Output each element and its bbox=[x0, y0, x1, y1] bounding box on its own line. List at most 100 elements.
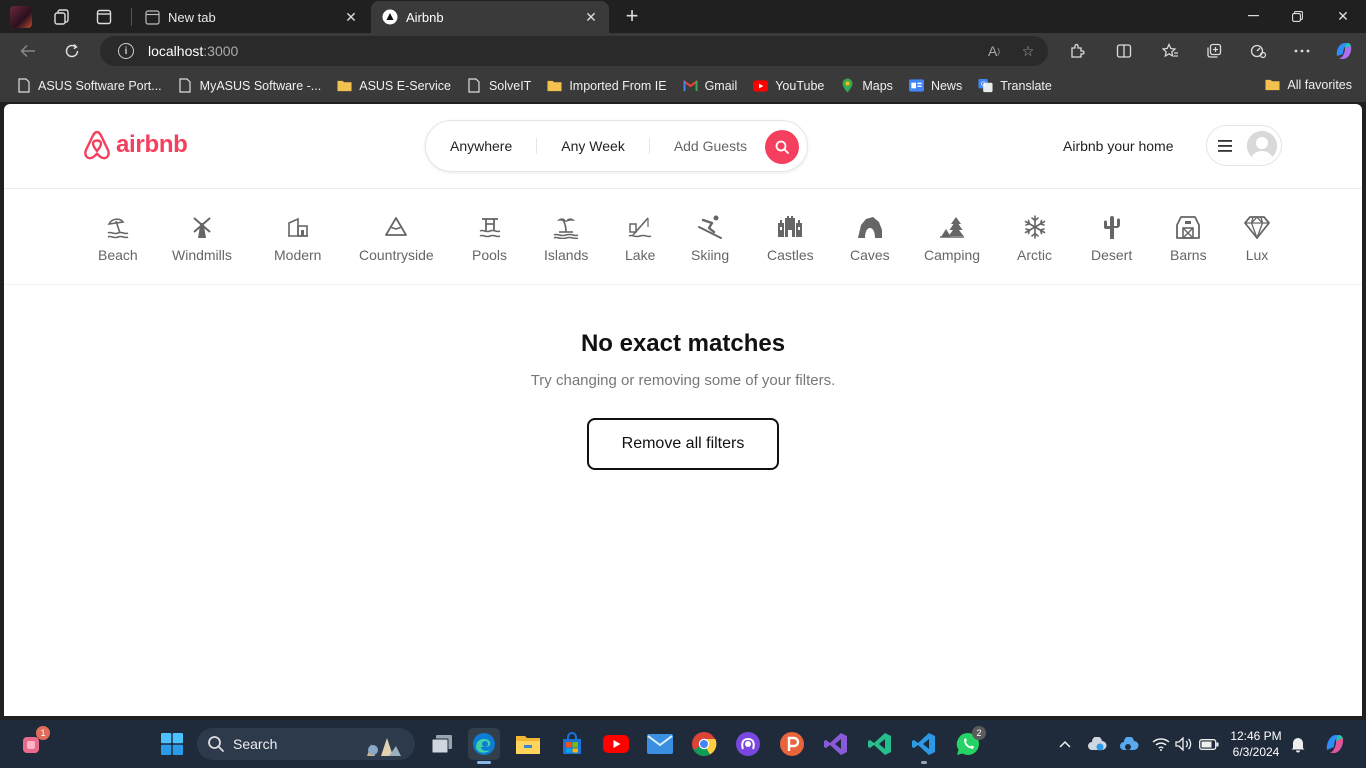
profile-avatar-icon[interactable] bbox=[10, 6, 32, 28]
category-caves[interactable]: Caves bbox=[850, 214, 890, 263]
battery-icon[interactable] bbox=[1198, 733, 1220, 755]
airbnb-logo[interactable]: airbnb bbox=[82, 129, 188, 161]
favorite-star-icon[interactable]: ☆ bbox=[1014, 38, 1042, 64]
more-options-icon[interactable] bbox=[1288, 38, 1316, 64]
widgets-icon[interactable]: 1 bbox=[16, 726, 50, 760]
system-clock[interactable]: 12:46 PM 6/3/2024 bbox=[1226, 728, 1286, 760]
search-any-week[interactable]: Any Week bbox=[536, 138, 649, 154]
category-lux[interactable]: Lux bbox=[1244, 214, 1270, 263]
tab-new-tab[interactable]: New tab ✕ bbox=[133, 1, 369, 33]
category-beach[interactable]: Beach bbox=[98, 214, 138, 263]
category-arctic[interactable]: Arctic bbox=[1017, 214, 1052, 263]
category-barns[interactable]: Barns bbox=[1170, 214, 1207, 263]
category-countryside[interactable]: Countryside bbox=[359, 214, 434, 263]
modern-icon bbox=[285, 214, 311, 240]
performance-icon[interactable] bbox=[1244, 38, 1272, 64]
restore-icon[interactable] bbox=[1274, 0, 1320, 32]
task-view-icon[interactable] bbox=[426, 728, 458, 760]
split-screen-icon[interactable] bbox=[1110, 38, 1138, 64]
taskbar-search-box[interactable]: Search bbox=[197, 728, 415, 760]
favorite-myasus-software[interactable]: MyASUS Software -... bbox=[178, 78, 321, 93]
mail-icon[interactable] bbox=[644, 728, 676, 760]
remove-all-filters-button[interactable]: Remove all filters bbox=[587, 418, 779, 470]
favorites-icon[interactable] bbox=[1156, 38, 1184, 64]
youtube-app-icon[interactable] bbox=[600, 728, 632, 760]
category-pools[interactable]: Pools bbox=[472, 214, 507, 263]
file-explorer-icon[interactable] bbox=[512, 728, 544, 760]
favorite-gmail[interactable]: Gmail bbox=[682, 78, 737, 93]
new-tab-plus-icon[interactable]: + bbox=[620, 3, 644, 28]
collections-icon[interactable] bbox=[1200, 38, 1228, 64]
airbnb-your-home-link[interactable]: Airbnb your home bbox=[1063, 138, 1174, 154]
wifi-icon[interactable] bbox=[1150, 733, 1172, 755]
category-islands[interactable]: Islands bbox=[544, 214, 588, 263]
category-desert[interactable]: Desert bbox=[1091, 214, 1132, 263]
search-button[interactable] bbox=[765, 130, 799, 164]
volume-icon[interactable] bbox=[1173, 733, 1195, 755]
edge-browser-icon[interactable] bbox=[468, 728, 500, 764]
visual-studio-icon[interactable] bbox=[820, 728, 852, 760]
start-button-icon[interactable] bbox=[156, 728, 188, 760]
cloud-sync-icon[interactable] bbox=[1086, 733, 1108, 755]
favorite-youtube[interactable]: YouTube bbox=[753, 78, 824, 93]
url-text[interactable]: localhost:3000 bbox=[148, 43, 980, 59]
favorite-imported-from-ie[interactable]: Imported From IE bbox=[547, 78, 667, 93]
show-hidden-icons-chevron-icon[interactable] bbox=[1054, 733, 1076, 755]
tab-airbnb[interactable]: Airbnb ✕ bbox=[371, 1, 609, 33]
minimize-icon[interactable] bbox=[1230, 0, 1276, 32]
favorite-maps[interactable]: Maps bbox=[840, 78, 893, 93]
category-skiing[interactable]: Skiing bbox=[691, 214, 729, 263]
category-lake[interactable]: Lake bbox=[625, 214, 655, 263]
chrome-icon[interactable] bbox=[688, 728, 720, 760]
close-window-icon[interactable]: ✕ bbox=[1320, 0, 1366, 32]
favorites-bar: ASUS Software Port... MyASUS Software -.… bbox=[0, 69, 1366, 102]
extensions-icon[interactable] bbox=[1063, 38, 1091, 64]
copilot-taskbar-icon[interactable] bbox=[1322, 731, 1348, 757]
news-icon bbox=[908, 78, 924, 93]
whatsapp-icon[interactable]: 2 bbox=[952, 726, 986, 760]
favorite-news[interactable]: News bbox=[908, 78, 963, 93]
github-desktop-icon[interactable] bbox=[732, 728, 764, 760]
site-info-icon[interactable]: i bbox=[118, 43, 134, 59]
postman-icon[interactable] bbox=[776, 728, 808, 760]
windmill-icon bbox=[189, 214, 215, 240]
search-bar[interactable]: Anywhere Any Week Add Guests bbox=[425, 120, 808, 172]
category-label: Pools bbox=[472, 247, 508, 263]
category-windmills[interactable]: Windmills bbox=[172, 214, 232, 263]
workspaces-icon[interactable] bbox=[51, 6, 73, 28]
favorite-label: News bbox=[930, 78, 963, 93]
all-favorites-folder[interactable]: All favorites bbox=[1265, 77, 1352, 92]
microsoft-store-icon[interactable] bbox=[556, 728, 588, 760]
refresh-icon[interactable] bbox=[58, 38, 86, 64]
category-castles[interactable]: Castles bbox=[767, 214, 814, 263]
url-port: :3000 bbox=[203, 43, 239, 59]
back-arrow-icon[interactable] bbox=[14, 38, 42, 64]
vscode-insiders-icon[interactable] bbox=[864, 728, 896, 760]
favorite-solveit[interactable]: SolveIT bbox=[467, 78, 531, 93]
close-tab-icon[interactable]: ✕ bbox=[579, 5, 603, 29]
beach-icon bbox=[105, 214, 131, 240]
category-modern[interactable]: Modern bbox=[274, 214, 321, 263]
category-label: Modern bbox=[274, 247, 322, 263]
read-aloud-icon[interactable]: A) bbox=[980, 38, 1008, 64]
skiing-icon bbox=[697, 214, 723, 240]
vscode-icon[interactable] bbox=[908, 728, 940, 764]
copilot-icon[interactable] bbox=[1330, 38, 1358, 64]
category-label: Lake bbox=[625, 247, 656, 263]
favorite-label: Maps bbox=[862, 78, 893, 93]
user-menu-button[interactable] bbox=[1206, 125, 1282, 166]
search-anywhere[interactable]: Anywhere bbox=[426, 138, 536, 154]
favorite-translate[interactable]: G Translate bbox=[978, 78, 1052, 93]
notifications-bell-icon[interactable] bbox=[1287, 733, 1309, 755]
favorite-asus-software-portal[interactable]: ASUS Software Port... bbox=[16, 78, 162, 93]
active-app-indicator bbox=[477, 761, 491, 764]
search-add-guests[interactable]: Add Guests bbox=[648, 138, 771, 154]
favorite-asus-e-service[interactable]: ASUS E-Service bbox=[337, 78, 451, 93]
favorite-label: ASUS Software Port... bbox=[38, 78, 162, 93]
close-tab-icon[interactable]: ✕ bbox=[339, 5, 363, 29]
vpn-cloud-icon[interactable] bbox=[1118, 733, 1140, 755]
category-camping[interactable]: Camping bbox=[924, 214, 980, 263]
url-host: localhost bbox=[148, 43, 204, 59]
tab-actions-icon[interactable] bbox=[93, 6, 115, 28]
address-bar[interactable]: i localhost:3000 A) ☆ bbox=[100, 36, 1048, 66]
